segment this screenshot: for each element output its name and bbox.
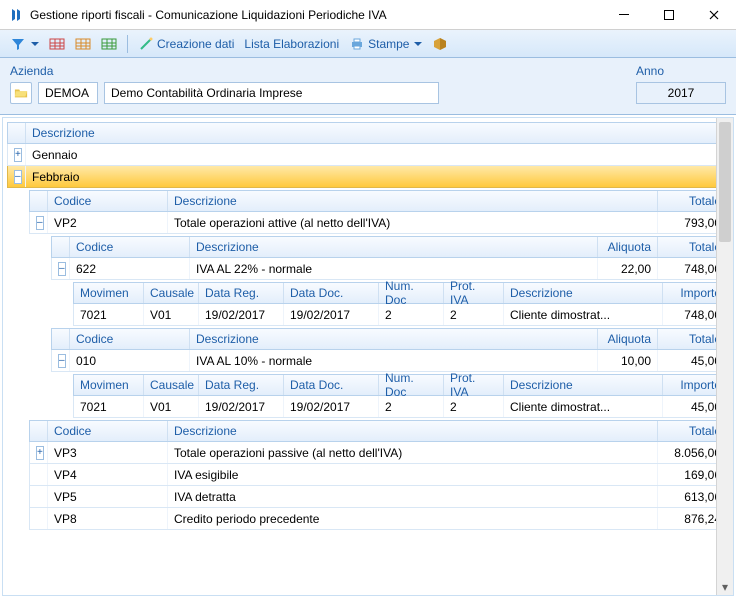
creazione-dati-button[interactable]: Creazione dati [134, 34, 238, 54]
creazione-dati-label: Creazione dati [157, 37, 234, 51]
row-mov-10[interactable]: 7021 V01 19/02/2017 19/02/2017 2 2 Clien… [73, 396, 729, 418]
folder-open-icon [14, 86, 28, 100]
stampe-button[interactable]: Stampe [345, 34, 426, 54]
maximize-button[interactable] [646, 0, 691, 29]
expand-icon[interactable]: + [36, 446, 44, 460]
row-vp8[interactable]: VP8 Credito periodo precedente 876,24 [29, 508, 729, 530]
azienda-desc-field[interactable]: Demo Contabilità Ordinaria Imprese [104, 82, 439, 104]
grid-orange-icon [75, 36, 91, 52]
collapse-icon[interactable]: – [58, 354, 66, 368]
azienda-lookup-button[interactable] [10, 82, 32, 104]
toolbar-grid2-button[interactable] [71, 34, 95, 54]
filter-icon [10, 36, 26, 52]
chevron-down-icon [414, 40, 422, 48]
header-panel: Azienda DEMOA Demo Contabilità Ordinaria… [0, 58, 736, 115]
lista-elaborazioni-label: Lista Elaborazioni [244, 37, 339, 51]
toolbar-filter-button[interactable] [6, 34, 43, 54]
mov-header: Movimen Causale Data Reg. Data Doc. Num.… [73, 282, 729, 304]
vp-header: Codice Descrizione Totale [29, 190, 729, 212]
grid-green-icon [101, 36, 117, 52]
row-gennaio[interactable]: + Gennaio [7, 144, 729, 166]
collapse-icon[interactable]: – [14, 170, 22, 184]
scroll-thumb[interactable] [719, 122, 731, 242]
vertical-scrollbar[interactable]: ▴ ▾ [716, 118, 733, 595]
azienda-label: Azienda [10, 64, 622, 78]
row-febbraio[interactable]: – Febbraio [7, 166, 729, 188]
lista-elaborazioni-button[interactable]: Lista Elaborazioni [240, 35, 343, 53]
anno-label: Anno [636, 64, 726, 78]
chevron-down-icon [31, 40, 39, 48]
febbraio-label: Febbraio [26, 166, 728, 187]
title-bar: Gestione riporti fiscali - Comunicazione… [0, 0, 736, 30]
row-vp4[interactable]: VP4 IVA esigibile 169,06 [29, 464, 729, 486]
collapse-icon[interactable]: – [36, 216, 44, 230]
package-icon [432, 36, 448, 52]
toolbar-grid1-button[interactable] [45, 34, 69, 54]
grid-red-icon [49, 36, 65, 52]
grid-header: Descrizione [7, 122, 729, 144]
scroll-down-arrow[interactable]: ▾ [717, 578, 733, 595]
window-title: Gestione riporti fiscali - Comunicazione… [30, 8, 601, 22]
close-button[interactable] [691, 0, 736, 29]
row-aliquota-10[interactable]: – 010 IVA AL 10% - normale 10,00 45,00 [51, 350, 729, 372]
minimize-button[interactable] [601, 0, 646, 29]
collapse-icon[interactable]: – [58, 262, 66, 276]
aliquota-header: Codice Descrizione Aliquota Totale [51, 328, 729, 350]
row-aliquota-22[interactable]: – 622 IVA AL 22% - normale 22,00 748,00 [51, 258, 729, 280]
col-descrizione[interactable]: Descrizione [26, 123, 728, 143]
wand-icon [138, 36, 154, 52]
vp-header: Codice Descrizione Totale [29, 420, 729, 442]
toolbar: Creazione dati Lista Elaborazioni Stampe [0, 30, 736, 58]
row-vp5[interactable]: VP5 IVA detratta 613,06 [29, 486, 729, 508]
toolbar-grid3-button[interactable] [97, 34, 121, 54]
toolbar-package-button[interactable] [428, 34, 452, 54]
aliquota-header: Codice Descrizione Aliquota Totale [51, 236, 729, 258]
stampe-label: Stampe [368, 37, 409, 51]
row-vp3[interactable]: + VP3 Totale operazioni passive (al nett… [29, 442, 729, 464]
mov-header: Movimen Causale Data Reg. Data Doc. Num.… [73, 374, 729, 396]
grid-panel: Descrizione + Gennaio – Febbraio Codice … [2, 117, 734, 596]
gennaio-label: Gennaio [26, 144, 728, 165]
col-codice[interactable]: Codice [48, 191, 168, 211]
azienda-code-field[interactable]: DEMOA [38, 82, 98, 104]
expand-icon[interactable]: + [14, 148, 22, 162]
app-icon [8, 7, 24, 23]
col-descrizione[interactable]: Descrizione [168, 191, 658, 211]
row-mov-22[interactable]: 7021 V01 19/02/2017 19/02/2017 2 2 Clien… [73, 304, 729, 326]
anno-field[interactable]: 2017 [636, 82, 726, 104]
print-icon [349, 36, 365, 52]
row-vp2[interactable]: – VP2 Totale operazioni attive (al netto… [29, 212, 729, 234]
